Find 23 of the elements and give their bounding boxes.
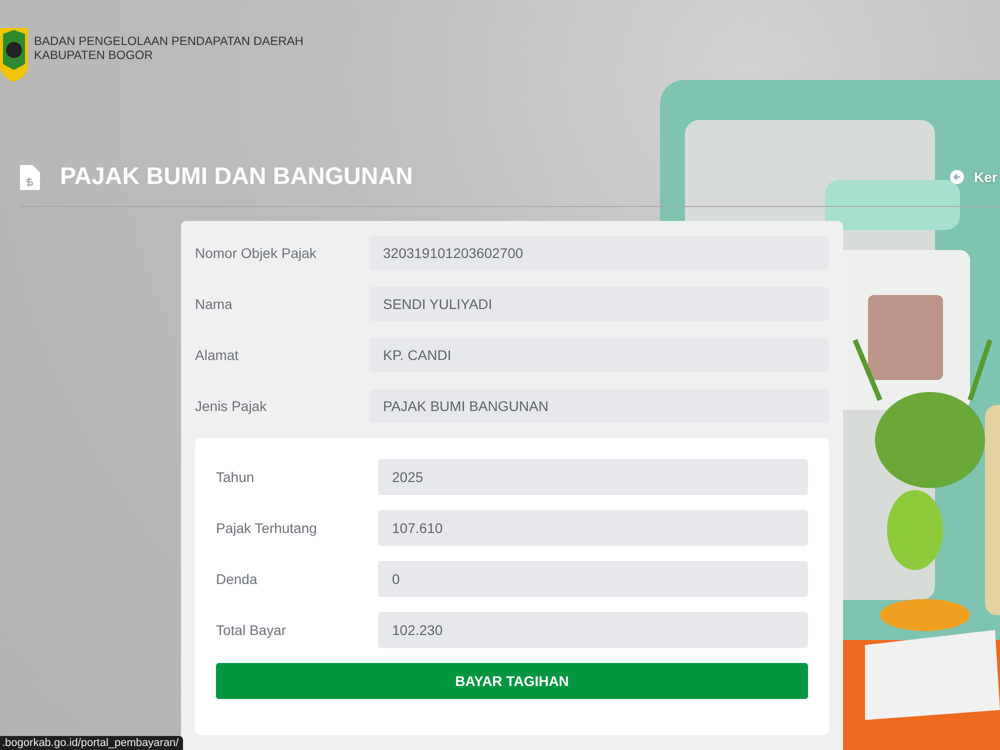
- field-label: Total Bayar: [216, 622, 288, 638]
- agency-name: BADAN PENGELOLAAN PENDAPATAN DAERAH: [34, 34, 304, 48]
- agency-name: KABUPATEN BOGOR: [34, 48, 154, 62]
- invoice-document-icon: [20, 164, 40, 190]
- page-title: PAJAK BUMI DAN BANGUNAN: [60, 163, 413, 191]
- field-label: Alamat: [195, 347, 240, 363]
- shield-logo-icon: [0, 26, 28, 82]
- pay-bill-button[interactable]: BAYAR TAGIHAN: [216, 663, 808, 699]
- field-label: Pajak Terhutang: [216, 520, 318, 536]
- field-label: Tahun: [216, 469, 256, 485]
- field-label: Nomor Objek Pajak: [195, 245, 318, 261]
- field-label: Jenis Pajak: [195, 398, 268, 414]
- readonly-field[interactable]: SENDI YULIYADI: [369, 287, 829, 321]
- field-label: Denda: [216, 571, 258, 587]
- readonly-field[interactable]: KP. CANDI: [369, 338, 829, 372]
- status-bar-url: .bogorkab.go.id/portal_pembayaran/: [0, 736, 183, 750]
- readonly-field[interactable]: 102.230: [378, 612, 808, 648]
- field-label: Nama: [195, 296, 234, 312]
- readonly-field[interactable]: 0: [378, 561, 808, 597]
- readonly-field[interactable]: 2025: [378, 459, 808, 495]
- readonly-field[interactable]: PAJAK BUMI BANGUNAN: [369, 389, 829, 423]
- readonly-field[interactable]: 320319101203602700: [369, 236, 829, 270]
- readonly-field[interactable]: 107.610: [378, 510, 808, 546]
